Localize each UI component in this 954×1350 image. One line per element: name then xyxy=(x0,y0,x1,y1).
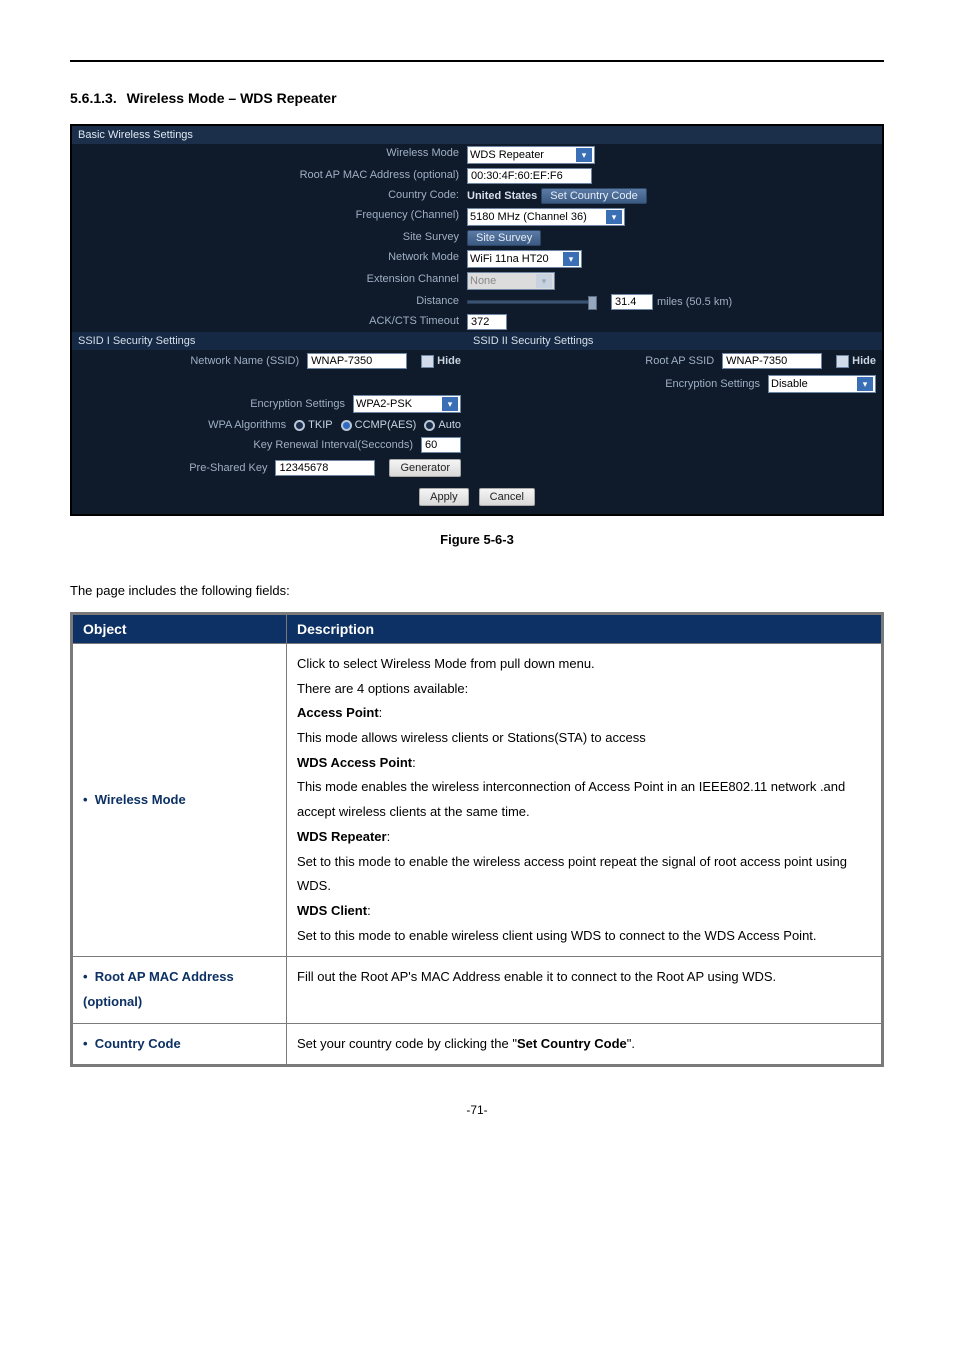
frequency-value: 5180 MHz (Channel 36) xyxy=(470,211,587,223)
ssid1-settings: Network Name (SSID) Hide Encryption Sett… xyxy=(72,350,467,480)
desc-root-ap-mac: Fill out the Root AP's MAC Address enabl… xyxy=(287,957,883,1023)
label-root-ap-mac: Root AP MAC Address (optional) xyxy=(72,166,467,186)
label-site-survey: Site Survey xyxy=(72,228,467,248)
tkip-label: TKIP xyxy=(308,419,332,431)
generator-button[interactable]: Generator xyxy=(389,459,461,477)
object-wireless-mode: • Wireless Mode xyxy=(72,644,287,957)
label-wpa-algorithms: WPA Algorithms xyxy=(78,419,294,431)
label-network-mode: Network Mode xyxy=(72,248,467,270)
heading-number: 5.6.1.3. xyxy=(70,90,117,106)
wireless-mode-value: WDS Repeater xyxy=(470,149,544,161)
label-root-ap-ssid: Root AP SSID xyxy=(473,355,722,367)
network-mode-select[interactable]: WiFi 11na HT20 ▾ xyxy=(467,250,582,268)
chevron-down-icon: ▾ xyxy=(606,210,622,224)
extension-channel-value: None xyxy=(470,275,496,287)
site-survey-button[interactable]: Site Survey xyxy=(467,230,541,246)
chevron-down-icon: ▾ xyxy=(576,148,592,162)
object-country-code: • Country Code xyxy=(72,1023,287,1066)
root-ap-ssid-input[interactable] xyxy=(722,353,822,369)
ccmp-radio[interactable] xyxy=(341,420,352,431)
label-key-renewal: Key Renewal Interval(Secconds) xyxy=(78,439,421,451)
chevron-down-icon: ▾ xyxy=(857,377,873,391)
encryption-value-ssid2: Disable xyxy=(771,378,808,390)
header-object: Object xyxy=(72,614,287,644)
encryption-select-ssid1[interactable]: WPA2-PSK ▾ xyxy=(353,395,461,413)
table-row: • Country Code Set your country code by … xyxy=(72,1023,883,1066)
fields-description-table: Object Description • Wireless Mode Click… xyxy=(70,612,884,1067)
root-ap-mac-input[interactable] xyxy=(467,168,592,184)
chevron-down-icon: ▾ xyxy=(536,274,552,288)
ssid2-settings: Root AP SSID Hide Encryption Settings Di… xyxy=(467,350,882,480)
desc-country-code: Set your country code by clicking the "S… xyxy=(287,1023,883,1066)
ssid2-section-title: SSID II Security Settings xyxy=(467,332,882,350)
section-heading: 5.6.1.3. Wireless Mode – WDS Repeater xyxy=(70,90,884,106)
label-ack: ACK/CTS Timeout xyxy=(72,312,467,332)
network-name-input[interactable] xyxy=(307,353,407,369)
set-country-code-button[interactable]: Set Country Code xyxy=(541,188,646,204)
psk-input[interactable] xyxy=(275,460,375,476)
auto-label: Auto xyxy=(438,419,461,431)
hide-ssid2-checkbox[interactable] xyxy=(836,355,849,368)
ack-input[interactable] xyxy=(467,314,507,330)
extension-channel-select: None ▾ xyxy=(467,272,555,290)
label-encryption-settings-ssid2: Encryption Settings xyxy=(473,378,768,390)
ssid1-section-title: SSID I Security Settings xyxy=(72,332,467,350)
page-number: -71- xyxy=(70,1103,884,1117)
figure-caption: Figure 5-6-3 xyxy=(70,532,884,547)
label-wireless-mode: Wireless Mode xyxy=(72,144,467,166)
table-row: • Root AP MAC Address (optional) Fill ou… xyxy=(72,957,883,1023)
network-mode-value: WiFi 11na HT20 xyxy=(470,253,549,265)
label-network-name: Network Name (SSID) xyxy=(78,355,307,367)
distance-unit: miles (50.5 km) xyxy=(657,296,732,308)
encryption-value-ssid1: WPA2-PSK xyxy=(356,398,412,410)
apply-button[interactable]: Apply xyxy=(419,488,469,506)
heading-title: Wireless Mode – WDS Repeater xyxy=(127,90,337,106)
label-extension-channel: Extension Channel xyxy=(72,270,467,292)
ccmp-label: CCMP(AES) xyxy=(355,419,417,431)
object-root-ap-mac: • Root AP MAC Address (optional) xyxy=(72,957,287,1023)
encryption-select-ssid2[interactable]: Disable ▾ xyxy=(768,375,876,393)
chevron-down-icon: ▾ xyxy=(563,252,579,266)
header-description: Description xyxy=(287,614,883,644)
label-psk: Pre-Shared Key xyxy=(78,462,275,474)
distance-input[interactable] xyxy=(611,294,653,310)
section-title-basic: Basic Wireless Settings xyxy=(72,126,882,144)
basic-wireless-settings-panel: Basic Wireless Settings Wireless Mode WD… xyxy=(70,124,884,516)
label-country-code: Country Code: xyxy=(72,186,467,206)
table-row: • Wireless Mode Click to select Wireless… xyxy=(72,644,883,957)
slider-handle[interactable] xyxy=(588,296,597,310)
label-encryption-settings: Encryption Settings xyxy=(78,398,353,410)
intro-text: The page includes the following fields: xyxy=(70,583,884,598)
key-renewal-input[interactable] xyxy=(421,437,461,453)
label-frequency: Frequency (Channel) xyxy=(72,206,467,228)
hide-ssid1-label: Hide xyxy=(437,355,461,367)
desc-wireless-mode: Click to select Wireless Mode from pull … xyxy=(287,644,883,957)
chevron-down-icon: ▾ xyxy=(442,397,458,411)
tkip-radio[interactable] xyxy=(294,420,305,431)
auto-radio[interactable] xyxy=(424,420,435,431)
wireless-mode-select[interactable]: WDS Repeater ▾ xyxy=(467,146,595,164)
top-rule xyxy=(70,60,884,62)
cancel-button[interactable]: Cancel xyxy=(479,488,535,506)
frequency-select[interactable]: 5180 MHz (Channel 36) ▾ xyxy=(467,208,625,226)
distance-slider[interactable] xyxy=(467,300,597,304)
country-code-value: United States xyxy=(467,190,537,202)
label-distance: Distance xyxy=(72,292,467,312)
hide-ssid1-checkbox[interactable] xyxy=(421,355,434,368)
hide-ssid2-label: Hide xyxy=(852,355,876,367)
